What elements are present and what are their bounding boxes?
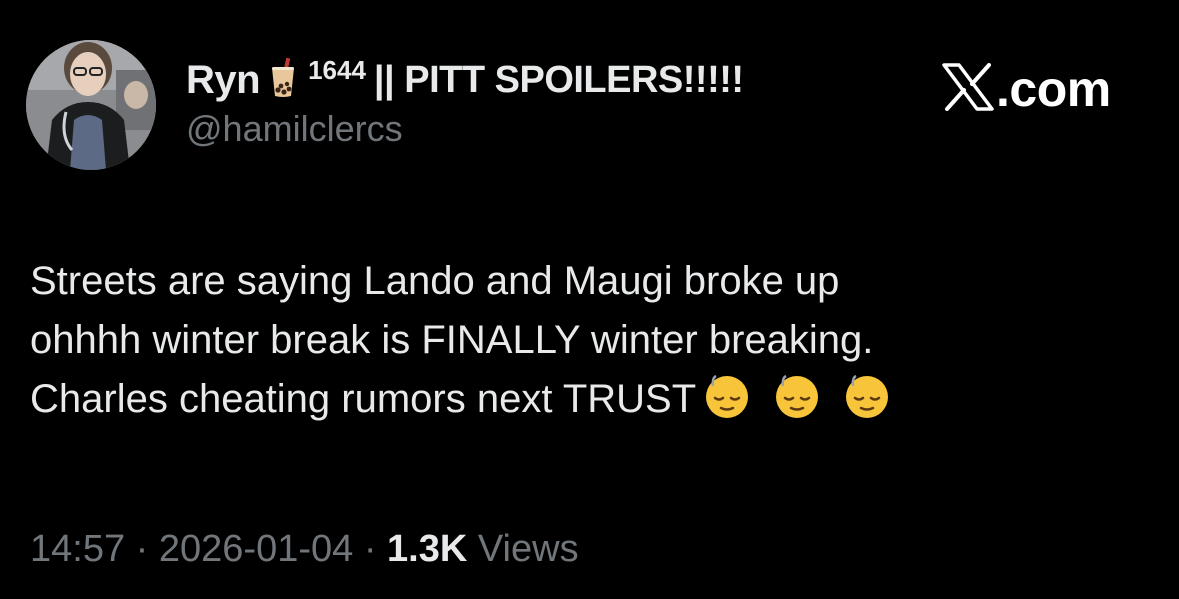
tweet-line-with-emoji: Charles cheating rumors next TRUST: [30, 370, 1150, 437]
author-display-name[interactable]: Ryn: [186, 58, 261, 103]
tweet-date[interactable]: 2026-01-04: [159, 528, 353, 570]
views-label: Views: [477, 528, 579, 570]
avatar[interactable]: [26, 40, 156, 170]
views-count[interactable]: 1.3K: [387, 528, 467, 570]
author-name-superscript: 1644: [308, 54, 366, 85]
tweet-line: ohhhh winter break is FINALLY winter bre…: [30, 318, 874, 362]
relieved-face-sweat-icon: [700, 374, 754, 437]
boba-tea-icon: [270, 57, 296, 103]
author-name-suffix: || PITT SPOILERS!!!!!: [373, 58, 744, 101]
author-handle[interactable]: @hamilclercs: [186, 108, 403, 150]
avatar-photo: [26, 40, 156, 170]
tweet-meta: 14:57 · 2026-01-04 · 1.3K Views: [30, 528, 579, 571]
tweet-time[interactable]: 14:57: [30, 528, 125, 570]
emoji-group: [700, 374, 910, 437]
relieved-face-sweat-icon: [840, 374, 894, 437]
brand-domain-text: .com: [996, 61, 1111, 117]
meta-separator: ·: [135, 528, 149, 570]
author-name-row[interactable]: Ryn 1644 || PITT SPOILERS!!!!!: [186, 52, 744, 108]
meta-separator: ·: [363, 528, 377, 570]
tweet-line: Streets are saying Lando and Maugi broke…: [30, 259, 840, 303]
tweet-line: Charles cheating rumors next TRUST: [30, 377, 697, 421]
tweet-text: Streets are saying Lando and Maugi broke…: [30, 252, 1150, 437]
x-logo-icon: [942, 62, 994, 116]
relieved-face-sweat-icon: [770, 374, 824, 437]
brand-watermark: .com: [942, 57, 1111, 121]
